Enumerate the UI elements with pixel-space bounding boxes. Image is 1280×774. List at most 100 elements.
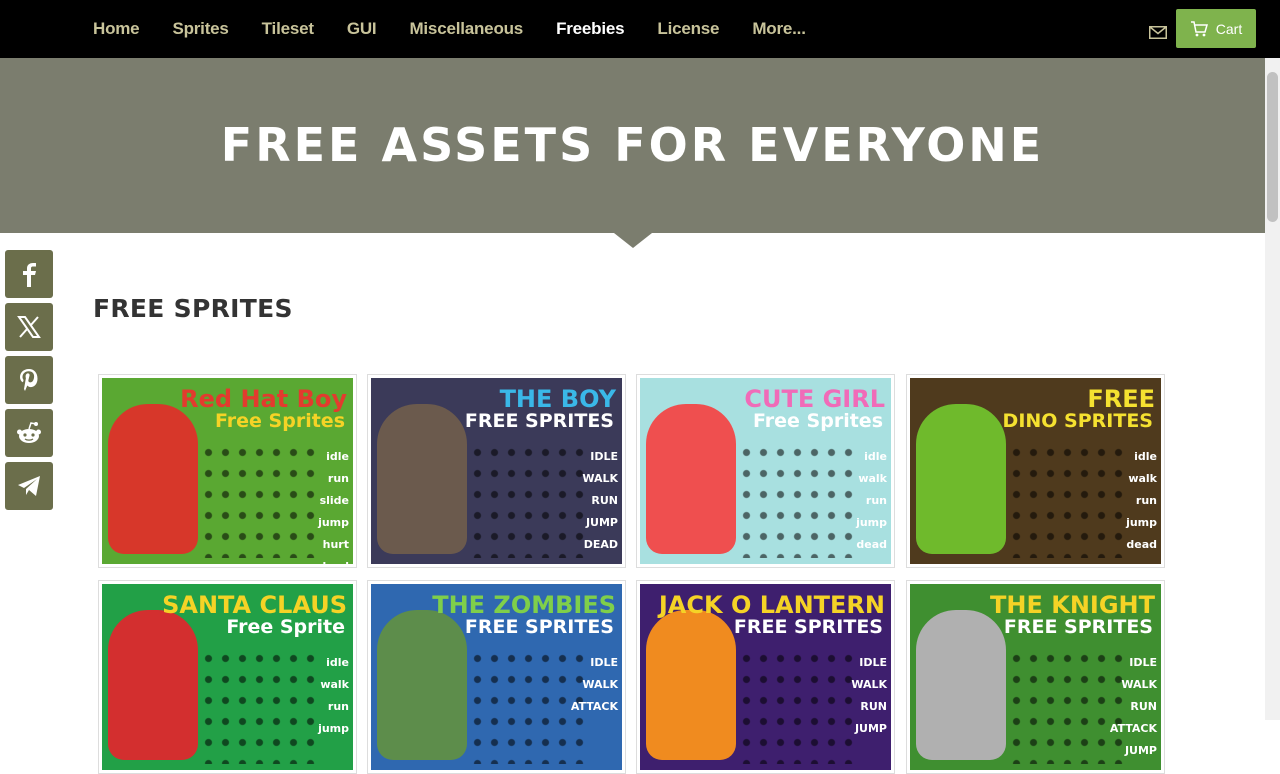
animation-label: jump	[318, 722, 349, 735]
sprite-card[interactable]: SANTA CLAUS Free Sprite idle walk run jump	[98, 580, 357, 774]
thumbnail-subtitle: DINO SPRITES	[1002, 410, 1153, 432]
animation-label: run	[327, 700, 349, 713]
animation-label: jump	[318, 516, 349, 529]
sprite-frames	[1008, 648, 1126, 764]
sprite-frames	[200, 442, 318, 558]
sprite-card[interactable]: CUTE GIRL Free Sprites idle walk run jump de…	[636, 374, 895, 568]
character-illustration	[108, 610, 198, 760]
animation-label: JUMP	[854, 722, 887, 735]
nav-sprites[interactable]: Sprites	[172, 19, 228, 39]
animation-label: WALK	[1121, 678, 1157, 691]
animation-label: run	[865, 494, 887, 507]
hero-pointer	[614, 233, 652, 248]
sprite-thumbnail[interactable]: THE BOY FREE SPRITES IDLE WALK RUN JUMP DEAD	[371, 378, 622, 564]
share-facebook-button[interactable]	[5, 250, 53, 298]
sprite-thumbnail[interactable]: THE KNIGHT FREE SPRITES IDLE WALK RUN ATTAC…	[910, 584, 1161, 770]
telegram-icon	[18, 476, 40, 496]
facebook-icon	[23, 263, 36, 287]
animation-label: ATTACK	[570, 700, 618, 713]
sprite-card[interactable]: THE BOY FREE SPRITES IDLE WALK RUN JUMP DEAD	[367, 374, 626, 568]
thumbnail-title: JACK O LANTERN	[658, 591, 885, 619]
cart-icon	[1190, 20, 1208, 36]
animation-label: WALK	[582, 472, 618, 485]
main-menu: Home Sprites Tileset GUI Miscellaneous F…	[93, 0, 839, 58]
animation-label: walk	[858, 472, 887, 485]
sprite-thumbnail[interactable]: JACK O LANTERN FREE SPRITES IDLE WALK RUN J…	[640, 584, 891, 770]
animation-labels: idle walk run jump dead	[1126, 446, 1157, 556]
sprite-card[interactable]: JACK O LANTERN FREE SPRITES IDLE WALK RUN J…	[636, 580, 895, 774]
nav-tileset[interactable]: Tileset	[262, 19, 314, 39]
scrollbar-thumb[interactable]	[1267, 72, 1278, 222]
sprite-thumbnail[interactable]: THE ZOMBIES FREE SPRITES IDLE WALK ATTACK	[371, 584, 622, 770]
sprite-thumbnail[interactable]: Red Hat Boy Free Sprites idle run slide jum…	[102, 378, 353, 564]
nav-gui[interactable]: GUI	[347, 19, 377, 39]
animation-label: jump	[856, 516, 887, 529]
animation-label: IDLE	[590, 450, 618, 463]
sprite-card[interactable]: Red Hat Boy Free Sprites idle run slide jum…	[98, 374, 357, 568]
animation-labels: IDLE WALK RUN ATTACK JUMP	[1110, 652, 1157, 762]
animation-label: idle	[1134, 450, 1157, 463]
nav-license[interactable]: License	[657, 19, 719, 39]
nav-freebies[interactable]: Freebies	[556, 19, 625, 39]
section-title: FREE SPRITES	[93, 294, 293, 323]
animation-labels: IDLE WALK ATTACK	[571, 652, 618, 718]
nav-more[interactable]: More...	[752, 19, 806, 39]
animation-label: RUN	[860, 700, 887, 713]
nav-home[interactable]: Home	[93, 19, 140, 39]
animation-labels: idle run slide jump hurt dead	[318, 446, 349, 564]
character-illustration	[377, 404, 467, 554]
character-illustration	[646, 404, 736, 554]
animation-label: dead	[1126, 538, 1157, 551]
animation-label: idle	[326, 450, 349, 463]
thumbnail-title: THE ZOMBIES	[432, 591, 616, 619]
animation-labels: IDLE WALK RUN JUMP DEAD	[582, 446, 618, 556]
mail-icon[interactable]	[1149, 26, 1167, 39]
sprite-frames	[469, 648, 587, 764]
animation-labels: IDLE WALK RUN JUMP	[851, 652, 887, 740]
sprite-thumbnail[interactable]: SANTA CLAUS Free Sprite idle walk run jump	[102, 584, 353, 770]
sprite-thumbnail[interactable]: FREE DINO SPRITES idle walk run jump dead	[910, 378, 1161, 564]
sprite-frames	[738, 442, 856, 558]
sprite-frames	[1008, 442, 1126, 558]
animation-labels: idle walk run jump dead	[856, 446, 887, 556]
thumbnail-title: THE BOY	[499, 385, 616, 413]
thumbnail-subtitle: FREE SPRITES	[464, 616, 614, 638]
top-navigation-bar: Home Sprites Tileset GUI Miscellaneous F…	[0, 0, 1280, 58]
thumbnail-title: THE KNIGHT	[990, 591, 1155, 619]
animation-label: RUN	[1130, 700, 1157, 713]
animation-label: WALK	[851, 678, 887, 691]
character-illustration	[646, 610, 736, 760]
animation-label: DEAD	[583, 538, 618, 551]
cart-button[interactable]: Cart	[1176, 9, 1256, 48]
sprite-card[interactable]: THE ZOMBIES FREE SPRITES IDLE WALK ATTACK	[367, 580, 626, 774]
thumbnail-title: CUTE GIRL	[744, 385, 885, 413]
sprite-thumbnail[interactable]: CUTE GIRL Free Sprites idle walk run jump de…	[640, 378, 891, 564]
sprite-card[interactable]: THE KNIGHT FREE SPRITES IDLE WALK RUN ATTAC…	[906, 580, 1165, 774]
share-reddit-button[interactable]	[5, 409, 53, 457]
share-pinterest-button[interactable]	[5, 356, 53, 404]
thumbnail-subtitle: Free Sprite	[226, 616, 345, 638]
character-illustration	[916, 404, 1006, 554]
pinterest-icon	[20, 369, 38, 391]
animation-labels: idle walk run jump	[318, 652, 349, 740]
animation-label: walk	[1128, 472, 1157, 485]
reddit-icon	[17, 422, 41, 443]
thumbnail-subtitle: FREE SPRITES	[733, 616, 883, 638]
thumbnail-subtitle: Free Sprites	[753, 410, 883, 432]
animation-label: run	[327, 472, 349, 485]
character-illustration	[916, 610, 1006, 760]
hero-banner: FREE ASSETS FOR EVERYONE	[0, 58, 1265, 233]
thumbnail-title: FREE	[1087, 385, 1155, 413]
animation-label: IDLE	[859, 656, 887, 669]
thumbnail-subtitle: FREE SPRITES	[1003, 616, 1153, 638]
share-telegram-button[interactable]	[5, 462, 53, 510]
share-x-button[interactable]	[5, 303, 53, 351]
nav-miscellaneous[interactable]: Miscellaneous	[409, 19, 523, 39]
hero-title: FREE ASSETS FOR EVERYONE	[220, 118, 1045, 172]
x-icon	[17, 316, 41, 338]
sprite-frames	[738, 648, 856, 764]
sprite-frames	[200, 648, 318, 764]
thumbnail-subtitle: Free Sprites	[215, 410, 345, 432]
sprite-card[interactable]: FREE DINO SPRITES idle walk run jump dead	[906, 374, 1165, 568]
sprite-frames	[469, 442, 587, 558]
